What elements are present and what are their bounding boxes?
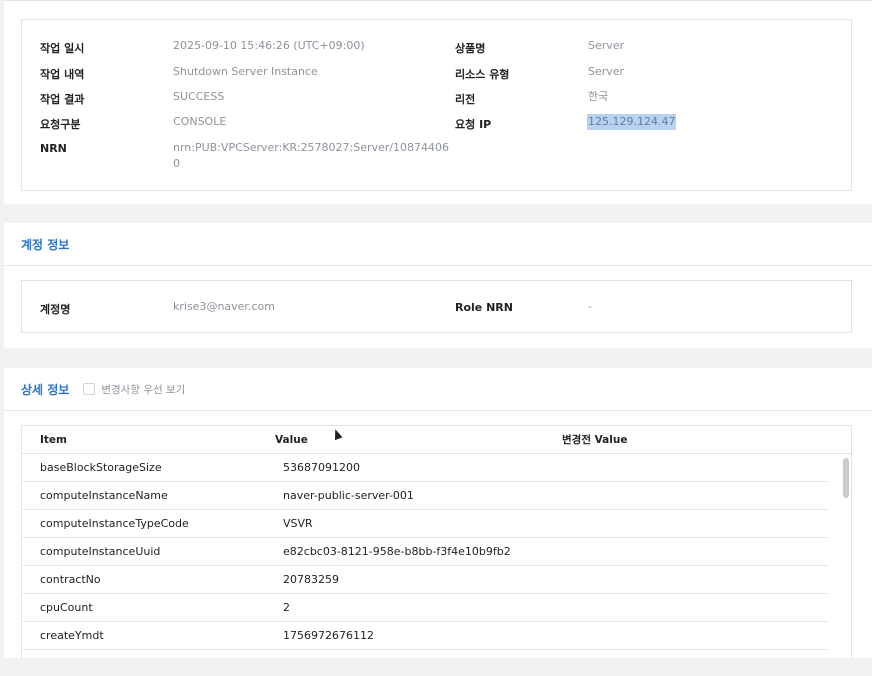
table-row: computeInstanceName naver-public-server-… bbox=[22, 482, 829, 510]
role-nrn-value: - bbox=[588, 300, 592, 313]
row-value: 2 bbox=[283, 601, 290, 614]
region-label: 리전 bbox=[455, 93, 476, 106]
detail-section-header: 상세 정보 변경사항 우선 보기 bbox=[4, 368, 872, 411]
row-value: 20783259 bbox=[283, 573, 339, 586]
account-name-label: 계정명 bbox=[40, 303, 71, 316]
account-section-header: 계정 정보 bbox=[4, 223, 872, 266]
row-value: VSVR bbox=[283, 517, 313, 530]
region-value: 한국 bbox=[588, 90, 609, 103]
operation-info-box: 작업 일시 2025-09-10 15:46:26 (UTC+09:00) 작업… bbox=[21, 19, 852, 191]
detail-section-title: 상세 정보 bbox=[21, 382, 70, 397]
row-item: computeInstanceTypeCode bbox=[40, 517, 189, 530]
nrn-label: NRN bbox=[40, 142, 67, 155]
work-detail-value: Shutdown Server Instance bbox=[173, 65, 318, 78]
request-type-value: CONSOLE bbox=[173, 115, 227, 128]
detail-table: Item Value 변경전 Value baseBlockStorageSiz… bbox=[21, 425, 852, 658]
table-row: computeInstanceTypeCode VSVR bbox=[22, 510, 829, 538]
column-item: Item bbox=[40, 434, 67, 446]
work-datetime-value: 2025-09-10 15:46:26 (UTC+09:00) bbox=[173, 39, 365, 52]
table-row: createYmdt 1756972676112 bbox=[22, 622, 829, 650]
operation-info-panel: 작업 일시 2025-09-10 15:46:26 (UTC+09:00) 작업… bbox=[4, 0, 872, 204]
work-datetime-label: 작업 일시 bbox=[40, 42, 85, 55]
account-info-box: 계정명 krise3@naver.com Role NRN - bbox=[21, 280, 852, 333]
table-header: Item Value 변경전 Value bbox=[22, 426, 851, 454]
changes-first-label: 변경사항 우선 보기 bbox=[101, 383, 186, 396]
detail-info-panel: 상세 정보 변경사항 우선 보기 Item Value 변경전 Value ba… bbox=[4, 368, 872, 658]
account-name-value: krise3@naver.com bbox=[173, 300, 275, 313]
nrn-value: nrn:PUB:VPCServer:KR:2578027:Server/1087… bbox=[173, 141, 450, 154]
table-row: baseBlockStorageSize 53687091200 bbox=[22, 454, 829, 482]
row-item: contractNo bbox=[40, 573, 101, 586]
table-scrollbar[interactable] bbox=[843, 458, 849, 498]
role-nrn-label: Role NRN bbox=[455, 301, 513, 314]
row-value: 53687091200 bbox=[283, 461, 360, 474]
row-value: e82cbc03-8121-958e-b8bb-f3f4e10b9fb2 bbox=[283, 545, 511, 558]
work-result-value: SUCCESS bbox=[173, 90, 225, 103]
row-item: createYmdt bbox=[40, 629, 104, 642]
changes-first-toggle[interactable]: 변경사항 우선 보기 bbox=[83, 382, 185, 397]
row-value: naver-public-server-001 bbox=[283, 489, 414, 502]
row-item: computeInstanceName bbox=[40, 489, 168, 502]
column-before-value: 변경전 Value bbox=[562, 434, 628, 446]
row-item: cpuCount bbox=[40, 601, 93, 614]
resource-type-label: 리소스 유형 bbox=[455, 68, 510, 81]
product-name-value: Server bbox=[588, 39, 625, 52]
nrn-value-wrap: 0 bbox=[173, 157, 180, 170]
changes-first-checkbox[interactable] bbox=[83, 383, 96, 395]
row-item: baseBlockStorageSize bbox=[40, 461, 162, 474]
table-row: computeInstanceUuid e82cbc03-8121-958e-b… bbox=[22, 538, 829, 566]
request-ip-label: 요청 IP bbox=[455, 118, 492, 131]
table-row: contractNo 20783259 bbox=[22, 566, 829, 594]
request-type-label: 요청구분 bbox=[40, 118, 81, 131]
table-row: cpuCount 2 bbox=[22, 594, 829, 622]
resource-type-value: Server bbox=[588, 65, 625, 78]
row-value: 1756972676112 bbox=[283, 629, 374, 642]
product-name-label: 상품명 bbox=[455, 42, 486, 55]
column-value: Value bbox=[275, 434, 308, 446]
work-detail-label: 작업 내역 bbox=[40, 68, 85, 81]
account-info-panel: 계정 정보 계정명 krise3@naver.com Role NRN - bbox=[4, 223, 872, 348]
row-item: computeInstanceUuid bbox=[40, 545, 161, 558]
account-section-title: 계정 정보 bbox=[21, 237, 70, 252]
request-ip-value[interactable]: 125.129.124.47 bbox=[587, 114, 677, 130]
work-result-label: 작업 결과 bbox=[40, 93, 85, 106]
